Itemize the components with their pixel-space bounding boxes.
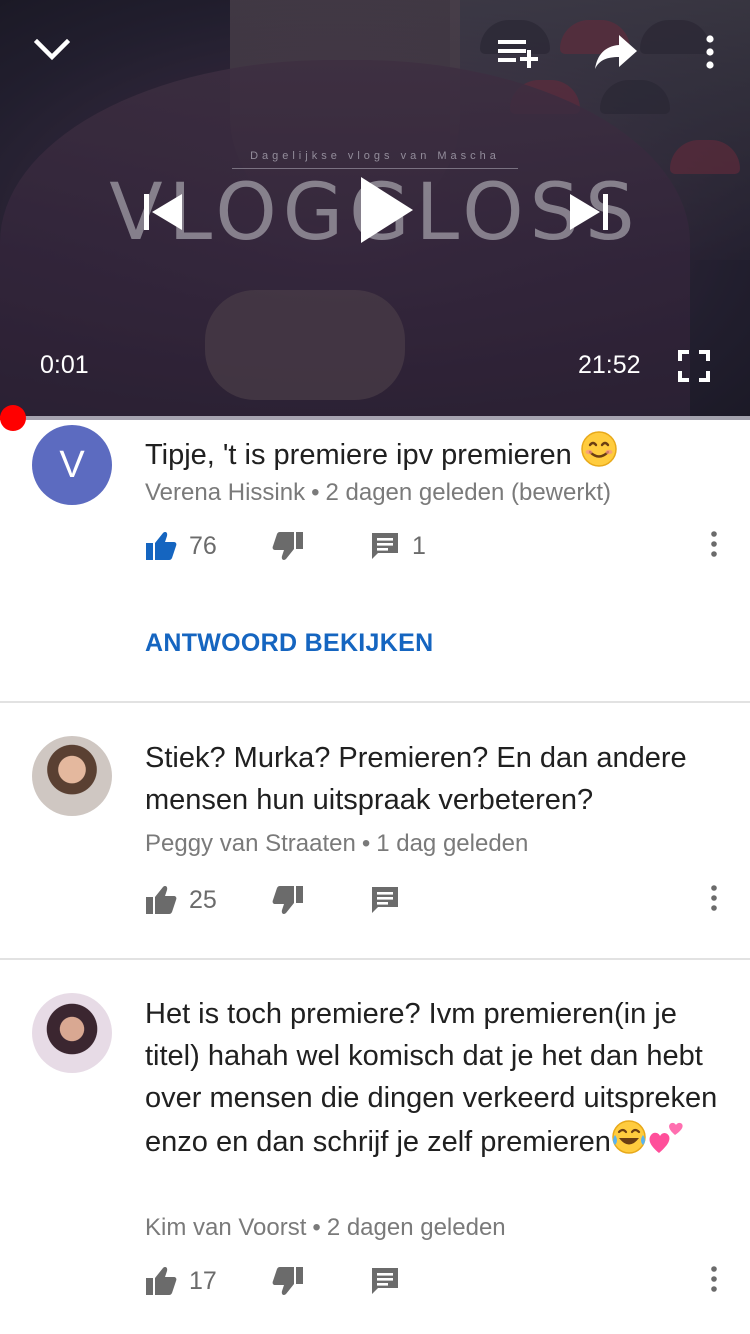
- thumbs-down-icon: [272, 1267, 303, 1295]
- previous-video-button[interactable]: [132, 180, 196, 244]
- comment-text: Tipje, 't is premiere ipv premieren: [145, 430, 720, 476]
- next-video-button[interactable]: [556, 180, 620, 244]
- reply-button[interactable]: [370, 1266, 400, 1296]
- smiling-face-emoji: [581, 431, 617, 467]
- video-overlay-tagline: Dagelijkse vlogs van Mascha: [250, 150, 500, 162]
- comment-time: 2 dagen geleden (bewerkt): [325, 479, 612, 506]
- like-count: 76: [189, 531, 217, 560]
- dislike-button[interactable]: [272, 885, 304, 915]
- comment-item: Het is toch premiere? Ivm premieren(in j…: [0, 960, 750, 1334]
- comment-more-button[interactable]: [700, 531, 728, 557]
- reply-button[interactable]: [370, 885, 400, 915]
- comment-icon: [372, 1268, 398, 1294]
- comment-author[interactable]: Kim van Voorst: [145, 1214, 306, 1241]
- skip-previous-icon: [144, 194, 182, 230]
- reply-count: 1: [412, 531, 426, 560]
- add-to-queue-icon: [498, 40, 538, 68]
- reply-button[interactable]: 1: [370, 531, 426, 561]
- like-count: 25: [189, 885, 217, 914]
- comment-more-button[interactable]: [700, 1266, 728, 1292]
- dislike-button[interactable]: [272, 1266, 304, 1296]
- like-count: 17: [189, 1266, 217, 1295]
- comment-actions: 76 1: [0, 531, 750, 581]
- comment-time: 2 dagen geleden: [326, 1214, 506, 1241]
- comments-list: V Tipje, 't is premiere ipv premieren Ve…: [0, 421, 750, 1334]
- collapse-button[interactable]: [20, 20, 84, 80]
- more-vertical-icon: [711, 1266, 717, 1292]
- comment-meta: Kim van Voorst • 2 dagen geleden: [145, 1214, 506, 1241]
- fullscreen-icon: [678, 350, 710, 382]
- comment-more-button[interactable]: [700, 885, 728, 911]
- comment-text: Het is toch premiere? Ivm premieren(in j…: [145, 998, 718, 1158]
- fullscreen-button[interactable]: [664, 336, 724, 396]
- thumbs-down-icon: [272, 886, 303, 914]
- play-button[interactable]: [340, 165, 430, 255]
- more-vertical-icon: [706, 35, 714, 69]
- video-duration: 21:52: [578, 351, 641, 379]
- comment-meta: Verena Hissink • 2 dagen geleden (bewerkt): [145, 479, 612, 506]
- current-time: 0:01: [40, 351, 89, 379]
- two-hearts-emoji: [649, 1122, 683, 1153]
- skip-next-icon: [570, 194, 608, 230]
- view-replies-link[interactable]: ANTWOORD BEKIJKEN: [145, 629, 433, 658]
- comment-text: Stiek? Murka? Premieren? En dan andere m…: [145, 742, 687, 816]
- more-vertical-icon: [711, 885, 717, 911]
- thumbs-up-icon: [146, 532, 177, 560]
- share-icon: [595, 35, 637, 69]
- avatar[interactable]: [32, 736, 112, 816]
- comment-author[interactable]: Verena Hissink: [145, 479, 305, 506]
- comment-author[interactable]: Peggy van Straaten: [145, 830, 356, 857]
- more-vertical-icon: [711, 531, 717, 557]
- comment-icon: [372, 533, 398, 559]
- progress-bar[interactable]: [0, 416, 750, 420]
- comment-item: Stiek? Murka? Premieren? En dan andere m…: [0, 703, 750, 960]
- more-options-button[interactable]: [682, 22, 738, 82]
- thumbs-up-icon: [146, 886, 177, 914]
- comment-icon: [372, 887, 398, 913]
- add-to-queue-button[interactable]: [486, 22, 550, 82]
- chevron-down-icon: [34, 39, 70, 61]
- avatar[interactable]: [32, 993, 112, 1073]
- comment-item: V Tipje, 't is premiere ipv premieren Ve…: [0, 421, 750, 703]
- play-icon: [361, 177, 413, 243]
- thumbs-down-icon: [272, 532, 303, 560]
- thumbs-up-icon: [146, 1267, 177, 1295]
- comment-actions: 17: [0, 1266, 750, 1316]
- like-button[interactable]: 25: [145, 885, 217, 915]
- like-button[interactable]: 76: [145, 531, 217, 561]
- comment-actions: 25: [0, 885, 750, 935]
- avatar[interactable]: V: [32, 425, 112, 505]
- like-button[interactable]: 17: [145, 1266, 217, 1296]
- share-button[interactable]: [584, 22, 648, 82]
- dislike-button[interactable]: [272, 531, 304, 561]
- video-player[interactable]: Dagelijkse vlogs van Mascha VLOGGLOSS: [0, 0, 750, 420]
- comment-time: 1 dag geleden: [376, 830, 529, 857]
- tears-of-joy-emoji: [612, 1120, 646, 1154]
- comment-meta: Peggy van Straaten • 1 dag geleden: [145, 830, 529, 857]
